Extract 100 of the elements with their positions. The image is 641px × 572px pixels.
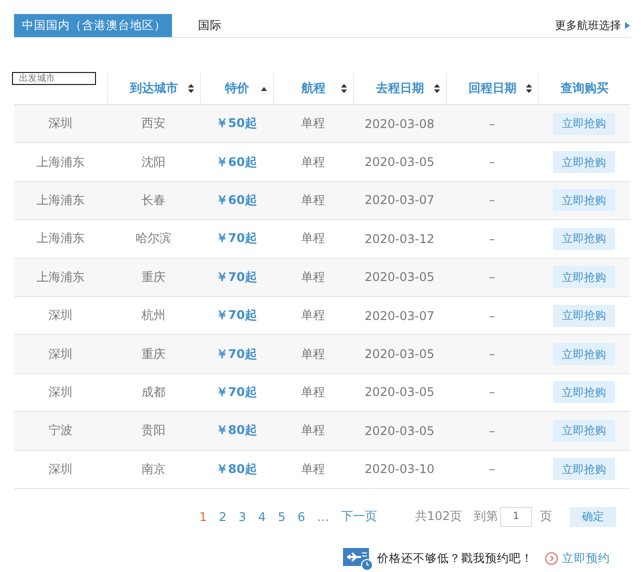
table-cell-text: 2020-03-05 (364, 347, 436, 362)
column-header[interactable]: 查询购买 (560, 80, 608, 97)
table-cell-text: 2020-03-05 (364, 385, 436, 400)
caret-icon (625, 22, 630, 29)
next-page-link[interactable]: 下一页 (341, 508, 378, 526)
price-cell-text: ￥60起 (215, 192, 258, 209)
price-cell-text: ￥60起 (215, 154, 258, 171)
page-number-field[interactable]: 1 (500, 506, 532, 527)
page-link[interactable]: 5 (278, 510, 286, 524)
table-cell-text: 上海浦东 (36, 268, 86, 286)
sort-icon[interactable] (526, 84, 532, 93)
table-cell-text: – (488, 385, 496, 400)
table-cell-text: – (488, 424, 496, 438)
buy-now-button[interactable]: 立即抢购 (553, 266, 615, 288)
page-link[interactable]: 4 (258, 510, 266, 524)
price-cell-text: ￥70起 (215, 307, 258, 324)
column-header[interactable]: 回程日期 (468, 80, 516, 97)
table-cell-text: 单程 (300, 422, 326, 440)
table-cell-text: 沈阳 (140, 154, 166, 171)
plane-ticket-icon (343, 546, 373, 571)
buy-now-button[interactable]: 立即抢购 (553, 151, 615, 174)
table-cell-text: 上海浦东 (36, 154, 86, 171)
goto-suffix: 页 (540, 508, 552, 526)
table-cell-text: 2020-03-07 (364, 193, 436, 208)
table-cell-text: 哈尔滨 (134, 230, 172, 248)
table-cell-text: 深圳 (48, 346, 74, 363)
table-cell-text: 单程 (300, 230, 326, 248)
tab[interactable]: 中国国内（含港澳台地区） (14, 14, 172, 37)
table-cell-text: 上海浦东 (36, 230, 86, 248)
sort-icon[interactable] (341, 84, 347, 93)
page-link[interactable]: 6 (297, 510, 306, 524)
table-cell-text: 2020-03-05 (364, 270, 436, 284)
buy-now-button[interactable]: 立即抢购 (553, 458, 615, 480)
table-cell-text: 单程 (300, 384, 326, 401)
reserve-link[interactable]: 立即预约 (545, 551, 610, 566)
buy-now-button[interactable]: 立即抢购 (553, 381, 615, 404)
buy-now-button[interactable]: 立即抢购 (553, 112, 615, 135)
table-cell-text: 2020-03-10 (364, 462, 436, 476)
table-cell-text: 深圳 (48, 115, 74, 132)
table-cell-text: 2020-03-05 (364, 424, 436, 438)
goto-label: 到第 (474, 508, 498, 526)
column-header[interactable]: 到达城市 (130, 80, 178, 97)
table-cell-text: 深圳 (48, 307, 74, 324)
table-cell-text: 单程 (300, 154, 326, 171)
column-header[interactable]: 航程 (302, 80, 326, 97)
buy-now-button[interactable]: 立即抢购 (553, 420, 615, 442)
price-cell-text: ￥50起 (215, 115, 258, 132)
page-link[interactable]: 2 (218, 510, 227, 524)
price-cell-text: ￥70起 (215, 230, 258, 248)
table-cell-text: 单程 (300, 307, 326, 324)
table-cell-text: – (488, 232, 496, 246)
table-cell-text: 单程 (300, 192, 326, 209)
buy-now-button[interactable]: 立即抢购 (553, 304, 615, 327)
table-cell-text: – (488, 308, 496, 323)
table-cell-text: 成都 (140, 384, 166, 401)
total-pages: 共102页 (415, 508, 462, 526)
table-cell-text: 西安 (140, 115, 166, 132)
price-cell-text: ￥70起 (215, 346, 258, 363)
table-cell-text: 单程 (300, 346, 326, 363)
table-cell-text: – (488, 347, 496, 362)
page-link[interactable]: 3 (238, 510, 246, 524)
table-cell-text: 杭州 (140, 307, 166, 324)
chevron-circle-icon (545, 552, 558, 566)
table-cell-text: – (488, 193, 496, 208)
table-cell-text: 深圳 (48, 384, 74, 401)
sort-icon[interactable] (188, 84, 194, 93)
table-cell-text: 长春 (140, 192, 166, 209)
page-link[interactable]: 1 (199, 510, 207, 524)
column-header[interactable]: 去程日期 (376, 80, 424, 97)
table-cell-text: 2020-03-05 (364, 155, 436, 170)
table-cell-text: – (488, 116, 496, 131)
table-cell-text: – (488, 155, 496, 170)
buy-now-button[interactable]: 立即抢购 (553, 343, 615, 366)
table-cell-text: 重庆 (140, 268, 166, 286)
confirm-button[interactable]: 确定 (570, 506, 616, 527)
table-cell-text: – (488, 270, 496, 284)
table-cell-text: 2020-03-08 (364, 116, 436, 131)
table-cell-text: 宁波 (48, 422, 74, 440)
sort-ascending-icon[interactable] (261, 87, 267, 91)
reserve-prompt: 价格还不够低？戳我预约吧！ (377, 551, 533, 566)
price-cell-text: ￥70起 (215, 384, 258, 401)
table-cell-text: 单程 (300, 460, 326, 478)
sort-icon[interactable] (434, 84, 440, 93)
ellipsis: … (317, 510, 330, 524)
table-cell-text: 单程 (300, 268, 326, 286)
price-cell-text: ￥70起 (215, 268, 258, 286)
origin-city-field[interactable]: 出发城市 (12, 72, 96, 85)
table-cell-text: 重庆 (140, 346, 166, 363)
buy-now-button[interactable]: 立即抢购 (553, 189, 615, 212)
price-cell-text: ￥80起 (215, 460, 258, 478)
price-cell-text: ￥80起 (215, 422, 258, 440)
table-cell-text: – (488, 462, 496, 476)
table-cell-text: 2020-03-07 (364, 308, 436, 323)
table-cell-text: 单程 (300, 115, 326, 132)
table-cell-text: 2020-03-12 (364, 232, 436, 246)
more-flights-link[interactable]: 更多航班选择 (555, 14, 630, 37)
buy-now-button[interactable]: 立即抢购 (553, 228, 615, 250)
table-cell-text: 贵阳 (140, 422, 166, 440)
column-header[interactable]: 特价 (225, 80, 249, 97)
tab[interactable]: 国际 (190, 14, 230, 37)
